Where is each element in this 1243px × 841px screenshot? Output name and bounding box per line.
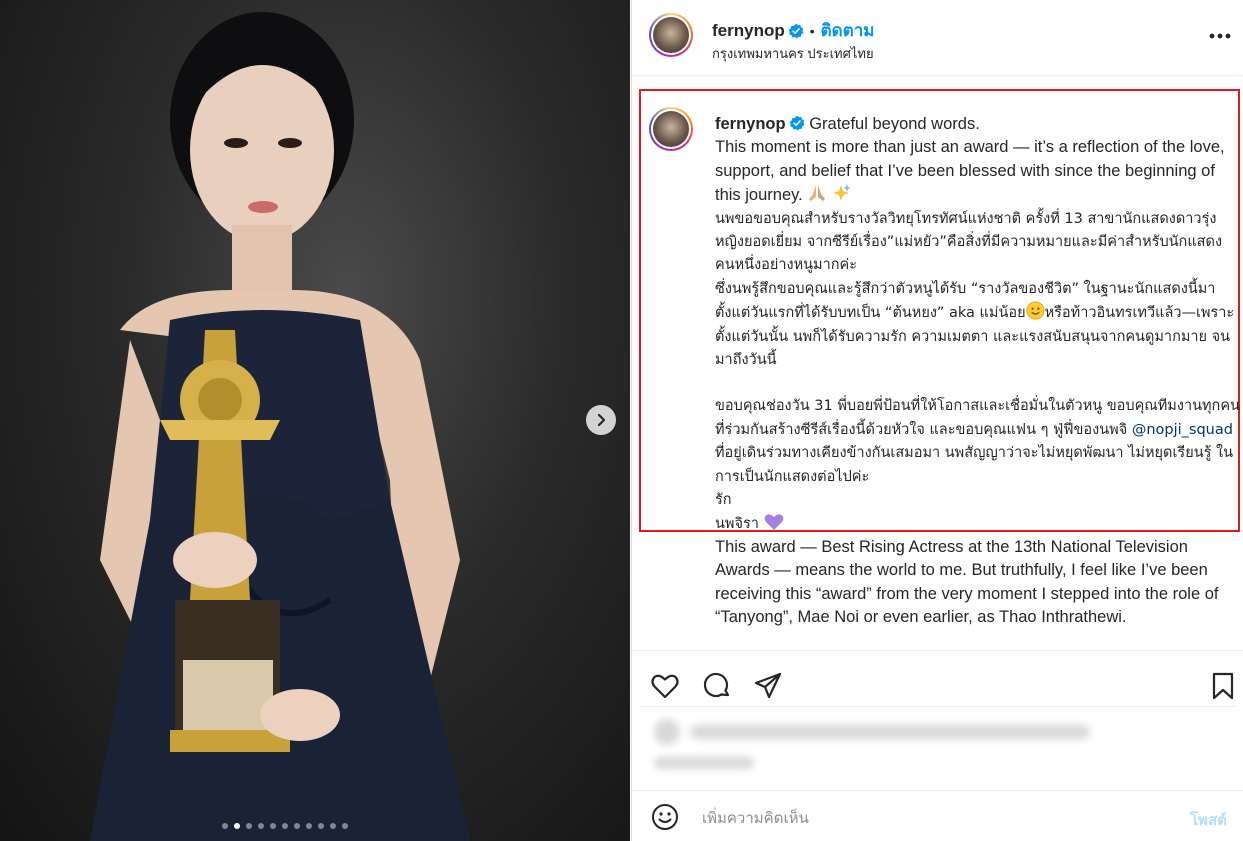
blurred-likes-area [640, 706, 1236, 786]
post-caption: fernynop Grateful beyond words. This mom… [715, 113, 1240, 630]
next-photo-button[interactable] [586, 405, 616, 435]
verified-icon [789, 115, 804, 131]
caption-th-sign: นพจิรา [715, 515, 759, 532]
carousel-dot [222, 823, 228, 829]
carousel-dots [222, 823, 348, 829]
caption-th-para-3b: ที่อยู่เดินร่วมทางเคียงข้างกันเสมอมา นพส… [715, 445, 1233, 485]
heart-icon[interactable] [650, 671, 680, 701]
purple-heart-icon [764, 513, 783, 530]
carousel-dot [270, 823, 276, 829]
post-header: fernynop • ติดตาม กรุงเทพมหานคร ประเทศไท… [632, 0, 1243, 76]
caption-th-para-1: นพขอขอบคุณสำหรับรางวัลวิทยุโทรทัศน์แห่งช… [715, 210, 1223, 274]
caption-line-1: Grateful beyond words. [809, 115, 980, 133]
sparkles-icon [832, 184, 851, 202]
emoji-icon[interactable] [651, 803, 679, 831]
caption-en-para-2: This award — Best Rising Actress at the … [715, 537, 1219, 627]
caption-avatar[interactable] [649, 107, 693, 151]
carousel-dot [294, 823, 300, 829]
carousel-dot [258, 823, 264, 829]
post-comment-button[interactable]: โพสต์ [1190, 808, 1227, 832]
caption-th-love: รัก [715, 492, 732, 509]
avatar[interactable] [649, 13, 693, 57]
caption-line-2: This moment is more than just an award —… [715, 138, 1225, 205]
separator-dot: • [809, 22, 815, 39]
caption-username[interactable]: fernynop [715, 115, 786, 133]
caption-area: fernynop Grateful beyond words. This mom… [632, 77, 1243, 649]
smile-icon [1026, 301, 1045, 320]
more-icon [1209, 33, 1231, 39]
carousel-dot [342, 823, 348, 829]
verified-icon [788, 23, 804, 38]
post-photo[interactable] [0, 0, 630, 841]
carousel-dot [330, 823, 336, 829]
chevron-right-icon [597, 413, 606, 427]
comment-bar: เพิ่มความคิดเห็น โพสต์ [632, 790, 1243, 841]
follow-button[interactable]: ติดตาม [821, 17, 875, 44]
carousel-dot [246, 823, 252, 829]
photo-illustration [90, 12, 470, 841]
mention-link[interactable]: @nopji_squad [1132, 422, 1233, 438]
bookmark-icon[interactable] [1208, 671, 1238, 701]
carousel-dot [234, 823, 240, 829]
post-actions [632, 650, 1243, 706]
location-link[interactable]: กรุงเทพมหานคร ประเทศไทย [712, 43, 874, 64]
post-details-pane: fernynop • ติดตาม กรุงเทพมหานคร ประเทศไท… [631, 0, 1243, 841]
comment-icon[interactable] [702, 671, 732, 701]
praying-hands-icon [809, 185, 826, 202]
header-username[interactable]: fernynop [712, 21, 785, 41]
more-options-button[interactable] [1207, 26, 1233, 46]
carousel-dot [306, 823, 312, 829]
comment-input[interactable]: เพิ่มความคิดเห็น [702, 806, 809, 830]
carousel-dot [318, 823, 324, 829]
share-icon[interactable] [753, 671, 783, 701]
carousel-dot [282, 823, 288, 829]
